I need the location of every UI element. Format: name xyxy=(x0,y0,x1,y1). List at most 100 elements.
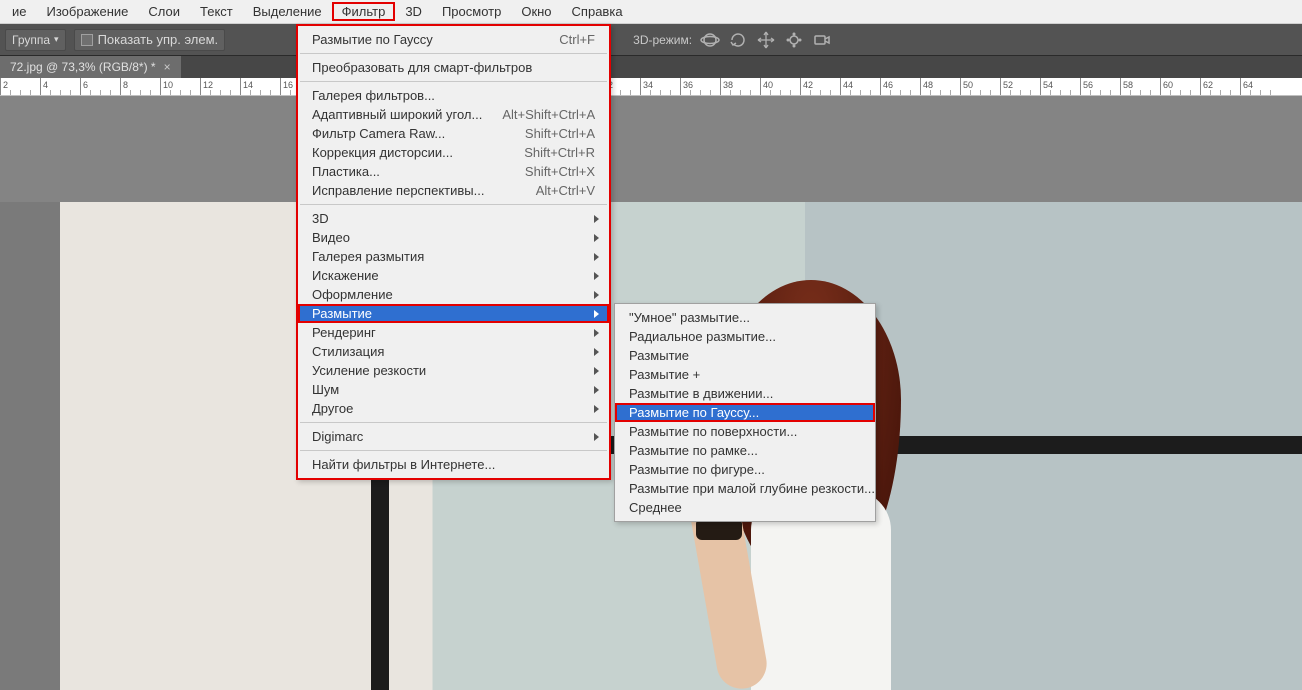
blur-submenu-item[interactable]: Размытие по фигуре... xyxy=(615,460,875,479)
blur-submenu-item[interactable]: Размытие + xyxy=(615,365,875,384)
filter-menu-item[interactable]: Видео xyxy=(298,228,609,247)
blur-submenu-item[interactable]: Радиальное размытие... xyxy=(615,327,875,346)
filter-menu-item[interactable]: Стилизация xyxy=(298,342,609,361)
main-menu-bar: иеИзображениеСлоиТекстВыделениеФильтр3DП… xyxy=(0,0,1302,24)
align-left-icon[interactable] xyxy=(233,29,255,51)
menu-item-label: Размытие xyxy=(629,348,861,363)
menu-item-label: Коррекция дисторсии... xyxy=(312,145,504,160)
menu-item-label: Усиление резкости xyxy=(312,363,595,378)
menu-item-label: Другое xyxy=(312,401,595,416)
filter-menu-item[interactable]: Искажение xyxy=(298,266,609,285)
document-tab-strip: 72.jpg @ 73,3% (RGB/8*) * × xyxy=(0,56,1302,78)
document-tab-title: 72.jpg @ 73,3% (RGB/8*) * xyxy=(10,60,156,74)
menu-item-label: Размытие в движении... xyxy=(629,386,861,401)
menu-separator xyxy=(300,81,607,82)
blur-submenu-item[interactable]: Размытие по Гауссу... xyxy=(615,403,875,422)
menu-item-label: Пластика... xyxy=(312,164,505,179)
filter-menu-item[interactable]: Размытие xyxy=(298,304,609,323)
menu-item-label: Преобразовать для смарт-фильтров xyxy=(312,60,595,75)
filter-menu-item[interactable]: Коррекция дисторсии... Shift+Ctrl+R xyxy=(298,143,609,162)
menu-item-shortcut: Ctrl+F xyxy=(559,32,595,47)
menu-item-label: Рендеринг xyxy=(312,325,595,340)
menu-item-просмотр[interactable]: Просмотр xyxy=(432,2,511,21)
menu-item-label: Галерея размытия xyxy=(312,249,595,264)
filter-menu-item[interactable]: Пластика... Shift+Ctrl+X xyxy=(298,162,609,181)
blur-submenu-item[interactable]: "Умное" размытие... xyxy=(615,308,875,327)
horizontal-ruler: 2468101214161820222426283032343638404244… xyxy=(0,78,1302,96)
menu-item-выделение[interactable]: Выделение xyxy=(243,2,332,21)
menu-item-label: Адаптивный широкий угол... xyxy=(312,107,482,122)
menu-item-текст[interactable]: Текст xyxy=(190,2,243,21)
filter-menu-item[interactable]: 3D xyxy=(298,209,609,228)
blur-submenu-item[interactable]: Размытие по рамке... xyxy=(615,441,875,460)
menu-item-label: Размытие при малой глубине резкости... xyxy=(629,481,875,496)
checkbox-icon xyxy=(81,34,93,46)
menu-item-label: Размытие по фигуре... xyxy=(629,462,861,477)
menu-item-label: Фильтр Camera Raw... xyxy=(312,126,505,141)
align-center-icon[interactable] xyxy=(257,29,279,51)
close-icon[interactable]: × xyxy=(164,60,171,74)
menu-item-label: Размытие + xyxy=(629,367,861,382)
mode-3d-segment: 3D-режим: xyxy=(633,30,832,50)
filter-menu-item[interactable]: Исправление перспективы... Alt+Ctrl+V xyxy=(298,181,609,200)
camera-icon[interactable] xyxy=(812,30,832,50)
scale-icon[interactable] xyxy=(784,30,804,50)
document-tab[interactable]: 72.jpg @ 73,3% (RGB/8*) * × xyxy=(0,56,181,78)
filter-menu-item[interactable]: Преобразовать для смарт-фильтров xyxy=(298,58,609,77)
filter-menu-item[interactable]: Усиление резкости xyxy=(298,361,609,380)
blur-submenu-item[interactable]: Размытие xyxy=(615,346,875,365)
menu-item-label: "Умное" размытие... xyxy=(629,310,861,325)
menu-item-label: Галерея фильтров... xyxy=(312,88,595,103)
menu-item-shortcut: Alt+Ctrl+V xyxy=(536,183,595,198)
options-bar: Группа Показать упр. элем. 3D-режим: xyxy=(0,24,1302,56)
filter-menu-item[interactable]: Шум xyxy=(298,380,609,399)
move-icon[interactable] xyxy=(756,30,776,50)
menu-item-изображение[interactable]: Изображение xyxy=(37,2,139,21)
menu-item-label: Радиальное размытие... xyxy=(629,329,861,344)
rotate-icon[interactable] xyxy=(728,30,748,50)
menu-separator xyxy=(300,53,607,54)
canvas-pasteboard xyxy=(0,96,1302,202)
blur-submenu-item[interactable]: Среднее xyxy=(615,498,875,517)
blur-submenu-item[interactable]: Размытие в движении... xyxy=(615,384,875,403)
menu-item-слои[interactable]: Слои xyxy=(138,2,190,21)
show-controls-checkbox[interactable]: Показать упр. элем. xyxy=(74,29,226,51)
menu-item-label: Стилизация xyxy=(312,344,595,359)
menu-item-фильтр[interactable]: Фильтр xyxy=(332,2,396,21)
menu-item-label: Размытие xyxy=(312,306,595,321)
menu-item-label: Оформление xyxy=(312,287,595,302)
filter-menu-item[interactable]: Digimarc xyxy=(298,427,609,446)
filter-menu-item[interactable]: Найти фильтры в Интернете... xyxy=(298,455,609,474)
mode-3d-label: 3D-режим: xyxy=(633,33,692,47)
filter-menu-item[interactable]: Адаптивный широкий угол... Alt+Shift+Ctrl… xyxy=(298,105,609,124)
menu-item-label: Размытие по поверхности... xyxy=(629,424,861,439)
menu-item-label: Среднее xyxy=(629,500,861,515)
menu-separator xyxy=(300,450,607,451)
menu-separator xyxy=(300,422,607,423)
filter-menu-item[interactable]: Рендеринг xyxy=(298,323,609,342)
menu-item-shortcut: Shift+Ctrl+X xyxy=(525,164,595,179)
filter-menu-item[interactable]: Галерея фильтров... xyxy=(298,86,609,105)
filter-menu-item[interactable]: Оформление xyxy=(298,285,609,304)
filter-menu: Размытие по ГауссуCtrl+F Преобразовать дл… xyxy=(296,24,611,480)
menu-item-3d[interactable]: 3D xyxy=(395,2,432,21)
menu-item-label: Искажение xyxy=(312,268,595,283)
orbit-icon[interactable] xyxy=(700,30,720,50)
menu-item-label: 3D xyxy=(312,211,595,226)
blur-submenu-item[interactable]: Размытие при малой глубине резкости... xyxy=(615,479,875,498)
menu-item-label: Исправление перспективы... xyxy=(312,183,516,198)
menu-item-shortcut: Shift+Ctrl+R xyxy=(524,145,595,160)
menu-item-справка[interactable]: Справка xyxy=(562,2,633,21)
menu-item-окно[interactable]: Окно xyxy=(511,2,561,21)
filter-menu-item[interactable]: Галерея размытия xyxy=(298,247,609,266)
menu-separator xyxy=(300,204,607,205)
menu-item-ие[interactable]: ие xyxy=(2,2,37,21)
menu-item-shortcut: Alt+Shift+Ctrl+A xyxy=(502,107,595,122)
group-dropdown[interactable]: Группа xyxy=(5,29,66,51)
filter-menu-item[interactable]: Другое xyxy=(298,399,609,418)
menu-item-label: Digimarc xyxy=(312,429,595,444)
filter-menu-item[interactable]: Фильтр Camera Raw...Shift+Ctrl+A xyxy=(298,124,609,143)
filter-menu-item[interactable]: Размытие по ГауссуCtrl+F xyxy=(298,30,609,49)
show-controls-label: Показать упр. элем. xyxy=(98,32,219,47)
blur-submenu-item[interactable]: Размытие по поверхности... xyxy=(615,422,875,441)
